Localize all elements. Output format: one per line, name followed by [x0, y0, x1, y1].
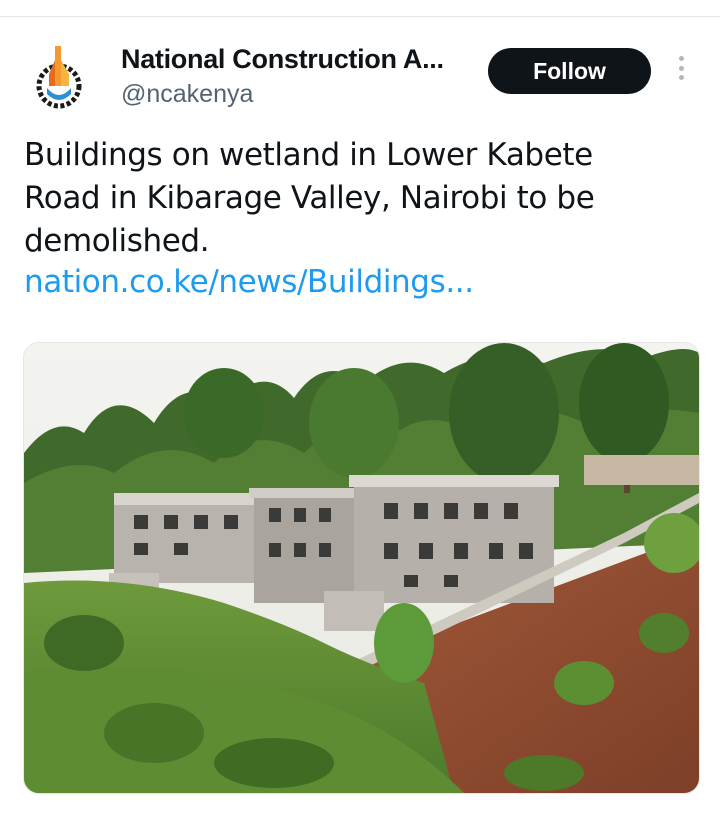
tweet-text: Buildings on wetland in Lower Kabete Roa…: [24, 137, 595, 259]
tweet-link[interactable]: nation.co.ke/news/Buildings...: [24, 264, 474, 300]
more-dots-icon[interactable]: [672, 56, 690, 86]
follow-button[interactable]: Follow: [488, 48, 651, 94]
nca-logo-icon[interactable]: [34, 44, 86, 110]
account-name[interactable]: National Construction A...: [121, 44, 444, 75]
top-divider: [0, 16, 720, 17]
tweet-photo[interactable]: [23, 342, 700, 794]
account-handle[interactable]: @ncakenya: [121, 80, 253, 109]
